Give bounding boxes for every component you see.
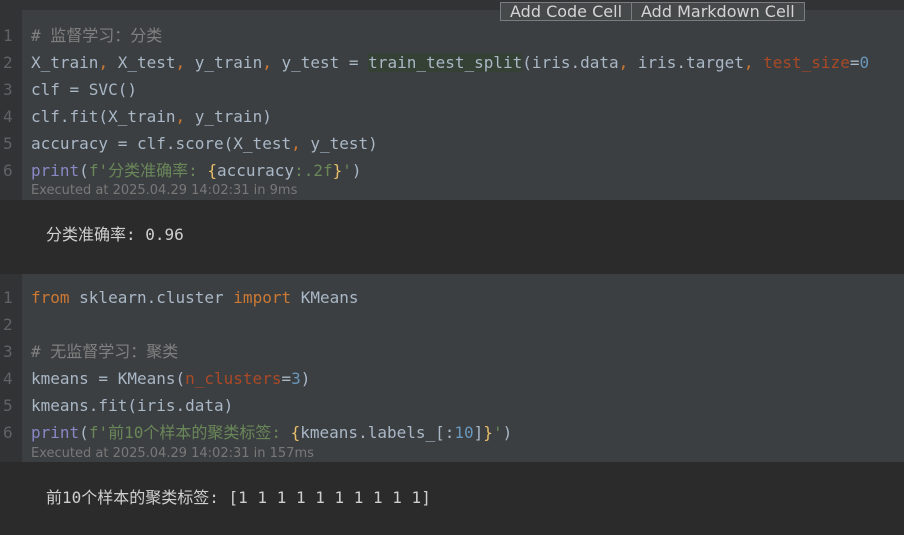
- code-cell-2[interactable]: from sklearn.cluster import KMeans # 无监督…: [22, 274, 904, 462]
- code-line: clf = SVC(): [31, 80, 137, 99]
- code-token: ,: [175, 107, 195, 126]
- code-token: kmeans.labels_[:: [300, 423, 455, 442]
- code-line: clf.fit(X_train, y_train): [31, 103, 272, 130]
- line-number: 3: [3, 342, 13, 361]
- line-number: 6: [3, 423, 13, 442]
- line-number: 5: [3, 134, 13, 153]
- execution-status: Executed at 2025.04.29 14:02:31 in 157ms: [31, 446, 314, 461]
- code-token: KMeans: [291, 288, 359, 307]
- code-line: from sklearn.cluster import KMeans: [31, 284, 359, 311]
- execution-status: Executed at 2025.04.29 14:02:31 in 9ms: [31, 183, 298, 198]
- code-token: y_test): [310, 134, 378, 153]
- code-token: ': [492, 423, 503, 442]
- cell-toolbar: Add Code Cell Add Markdown Cell: [500, 2, 805, 21]
- code-token: ]: [473, 423, 484, 442]
- code-token: X_test: [117, 53, 176, 72]
- code-token: (: [79, 423, 89, 442]
- line-number: 1: [3, 26, 13, 45]
- code-line: print(f'前10个样本的聚类标签: {kmeans.labels_[:10…: [31, 419, 512, 446]
- code-token: import: [233, 288, 292, 307]
- code-token: ): [300, 369, 311, 388]
- code-token: 10: [454, 423, 474, 442]
- cell2-gutter: 1 2 3 4 5 6: [0, 274, 22, 462]
- line-number: 1: [3, 288, 13, 307]
- code-token: {: [290, 423, 301, 442]
- code-token: from: [31, 288, 70, 307]
- code-token: n_clusters: [185, 369, 282, 388]
- code-token: kmeans = KMeans(: [31, 369, 186, 388]
- code-token: ,: [618, 53, 638, 72]
- code-token: }: [483, 423, 493, 442]
- code-cell-1[interactable]: # 监督学习：分类 X_train, X_test, y_train, y_te…: [22, 10, 904, 200]
- code-token: test_size: [763, 53, 850, 72]
- code-comment: # 无监督学习：聚类: [31, 342, 179, 361]
- code-token: }: [332, 161, 343, 180]
- add-markdown-cell-button[interactable]: Add Markdown Cell: [631, 2, 805, 21]
- code-token: (iris.data: [522, 53, 619, 72]
- code-line: kmeans.fit(iris.data): [31, 396, 234, 415]
- code-token: print: [31, 423, 80, 442]
- code-token: iris.target: [637, 53, 744, 72]
- code-comment: # 监督学习：分类: [31, 26, 163, 45]
- code-token: ): [502, 423, 513, 442]
- line-number: 4: [3, 107, 13, 126]
- cell-output: 前10个样本的聚类标签: [1 1 1 1 1 1 1 1 1 1]: [46, 488, 431, 507]
- code-token: X_train: [31, 53, 99, 72]
- code-token: ,: [291, 134, 311, 153]
- code-token: =: [339, 53, 369, 72]
- code-token-highlighted: train_test_split: [368, 53, 523, 72]
- cell-output: 分类准确率: 0.96: [46, 225, 184, 244]
- code-line: print(f'分类准确率: {accuracy:.2f}'): [31, 157, 362, 184]
- code-token: accuracy: [217, 161, 295, 180]
- code-token: y_train): [194, 107, 272, 126]
- code-token: f'分类准确率:: [88, 161, 208, 180]
- code-token: :.2f: [294, 161, 333, 180]
- add-code-cell-button[interactable]: Add Code Cell: [500, 2, 633, 21]
- code-token: print: [31, 161, 80, 180]
- code-token: f'前10个样本的聚类标签:: [88, 423, 291, 442]
- code-token: y_test: [281, 53, 340, 72]
- code-token: 0: [859, 53, 870, 72]
- code-line: X_train, X_test, y_train, y_test = train…: [31, 49, 869, 76]
- code-token: accuracy = clf.score(X_test: [31, 134, 292, 153]
- code-token: 3: [291, 369, 301, 388]
- cell1-gutter: 1 2 3 4 5 6: [0, 10, 22, 200]
- code-token: clf.fit(X_train: [31, 107, 176, 126]
- code-line: accuracy = clf.score(X_test, y_test): [31, 130, 378, 157]
- code-token: ,: [743, 53, 764, 72]
- line-number: 2: [3, 53, 13, 72]
- code-token: ): [351, 161, 362, 180]
- code-token: (: [79, 161, 89, 180]
- code-token: =: [281, 369, 292, 388]
- line-number: 5: [3, 396, 13, 415]
- code-token: {: [207, 161, 217, 180]
- code-token: ': [342, 161, 352, 180]
- line-number: 2: [3, 315, 13, 334]
- line-number: 3: [3, 80, 13, 99]
- code-token: ,: [175, 53, 195, 72]
- code-token: y_train: [194, 53, 263, 72]
- code-token: sklearn.cluster: [69, 288, 234, 307]
- line-number: 6: [3, 161, 13, 180]
- code-line: kmeans = KMeans(n_clusters=3): [31, 365, 310, 392]
- code-token: ,: [98, 53, 118, 72]
- code-token: ,: [262, 53, 282, 72]
- line-number: 4: [3, 369, 13, 388]
